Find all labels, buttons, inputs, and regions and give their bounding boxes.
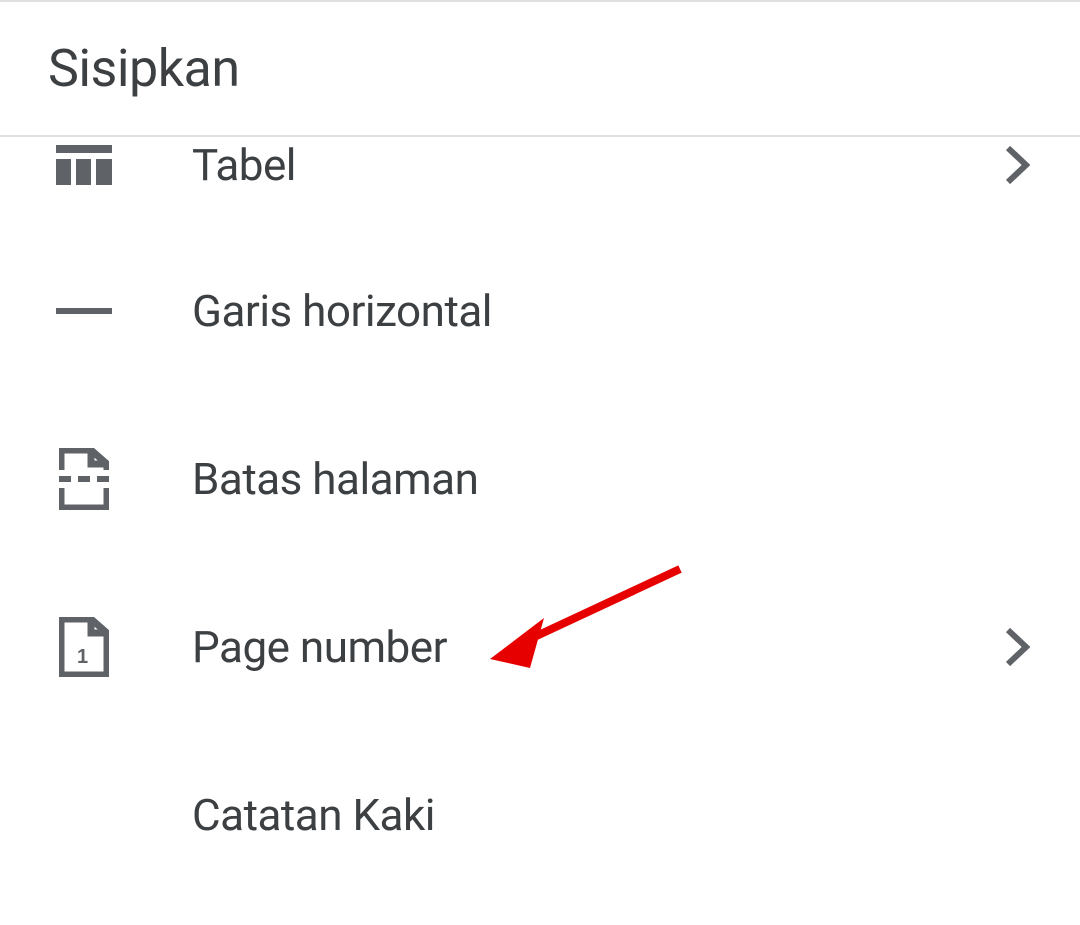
page-break-icon — [56, 451, 112, 507]
menu-item-page-break[interactable]: Batas halaman — [0, 395, 1080, 563]
menu-item-horizontal-line[interactable]: Garis horizontal — [0, 227, 1080, 395]
panel-title: Sisipkan — [48, 38, 1080, 99]
chevron-right-icon — [992, 622, 1042, 672]
menu-item-footnote[interactable]: Catatan Kaki — [0, 731, 1080, 899]
horizontal-line-icon — [56, 283, 112, 339]
chevron-right-icon — [992, 137, 1042, 193]
footnote-icon — [56, 787, 112, 843]
menu-item-label: Catatan Kaki — [192, 789, 1042, 841]
menu-item-table[interactable]: Tabel — [0, 137, 1080, 227]
menu-item-label: Page number — [192, 621, 992, 673]
table-icon — [56, 137, 112, 193]
menu-item-label: Batas halaman — [192, 453, 1042, 505]
page-number-icon: 1 — [56, 619, 112, 675]
menu-item-label: Garis horizontal — [192, 285, 1042, 337]
insert-menu-list: Tabel Garis horizontal — [0, 137, 1080, 899]
svg-text:1: 1 — [77, 646, 88, 668]
menu-item-label: Tabel — [192, 137, 992, 193]
panel-header: Sisipkan — [0, 2, 1080, 135]
menu-item-page-number[interactable]: 1 Page number — [0, 563, 1080, 731]
